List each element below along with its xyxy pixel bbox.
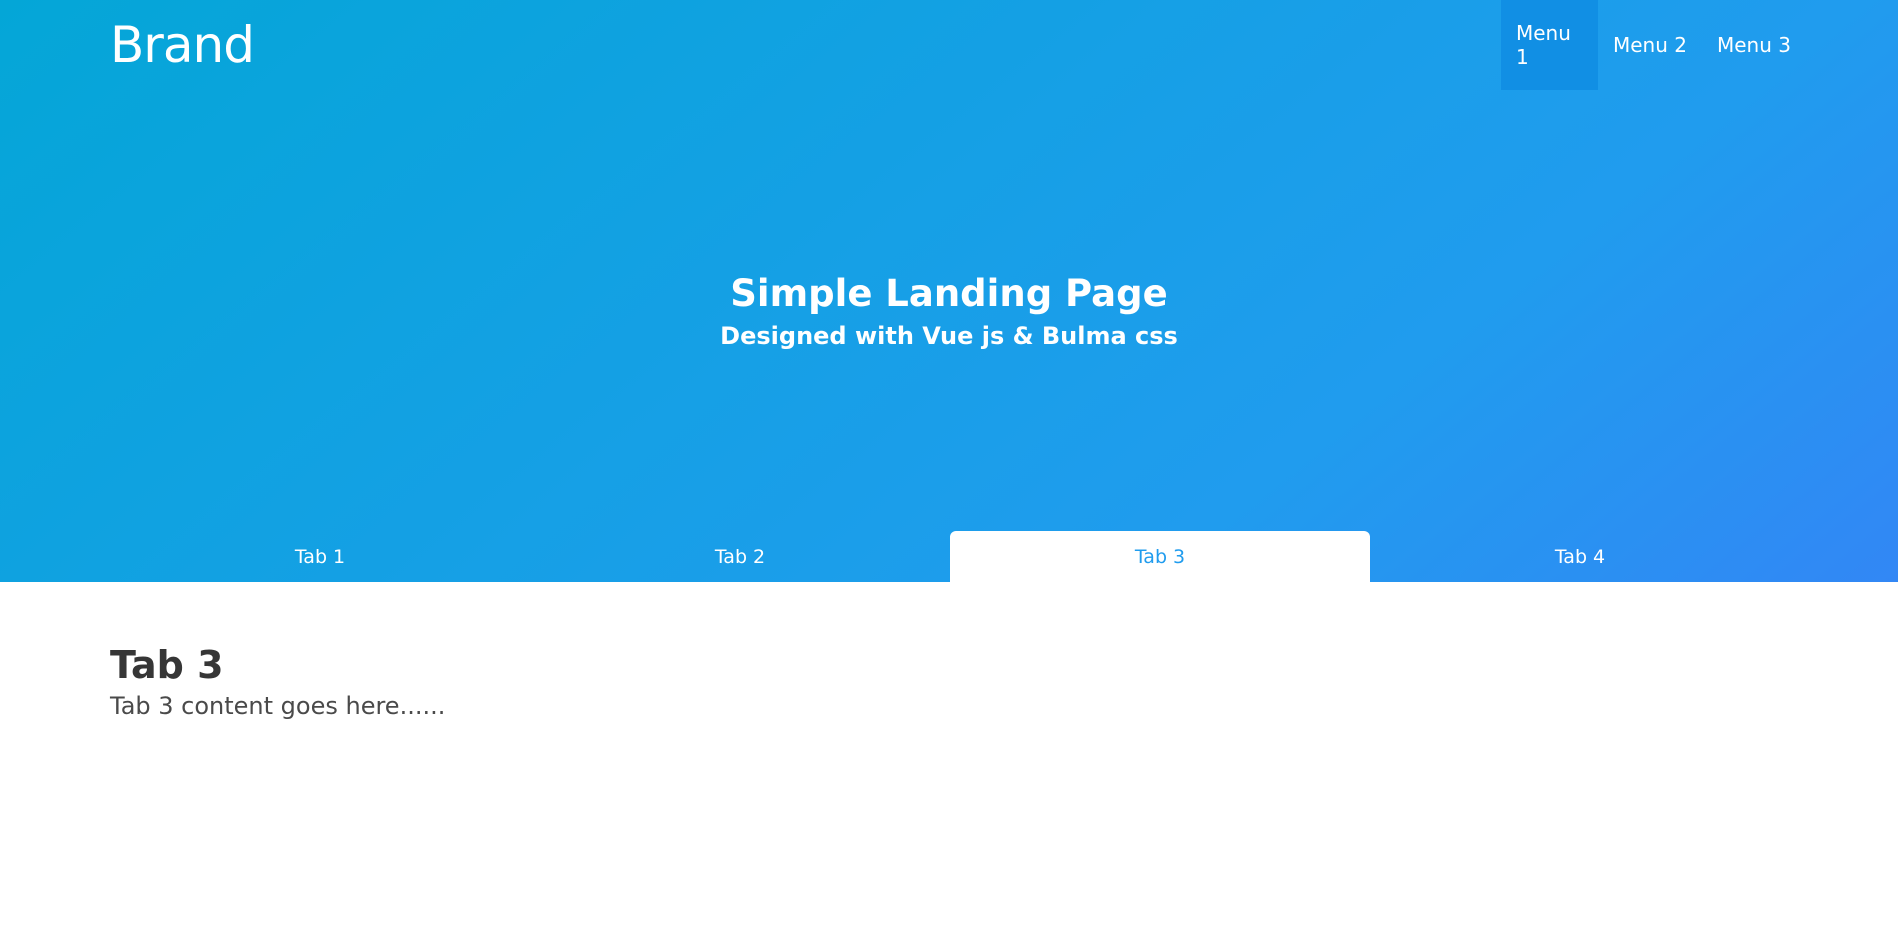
tab-3[interactable]: Tab 3 xyxy=(950,531,1370,582)
menu-item-1[interactable]: Menu 1 xyxy=(1501,0,1598,90)
nav-menu: Menu 1 Menu 2 Menu 3 xyxy=(1501,0,1806,90)
content-text: Tab 3 content goes here...... xyxy=(110,692,446,720)
tab-bar: Tab 1 Tab 2 Tab 3 Tab 4 xyxy=(110,531,1790,582)
hero-subtitle: Designed with Vue js & Bulma css xyxy=(720,322,1178,350)
tab-4[interactable]: Tab 4 xyxy=(1370,531,1790,582)
navbar: Brand Menu 1 Menu 2 Menu 3 xyxy=(0,0,1898,90)
brand-logo[interactable]: Brand xyxy=(110,14,255,76)
hero-body: Simple Landing Page Designed with Vue js… xyxy=(0,268,1898,352)
menu-item-2[interactable]: Menu 2 xyxy=(1598,0,1702,90)
menu-item-3[interactable]: Menu 3 xyxy=(1702,0,1806,90)
hero-title: Simple Landing Page xyxy=(730,272,1168,315)
tab-1[interactable]: Tab 1 xyxy=(110,531,530,582)
content-title: Tab 3 xyxy=(110,643,224,687)
tab-content: Tab 3 Tab 3 content goes here...... xyxy=(110,640,445,722)
tab-2[interactable]: Tab 2 xyxy=(530,531,950,582)
hero-section: Brand Menu 1 Menu 2 Menu 3 Simple Landin… xyxy=(0,0,1898,582)
